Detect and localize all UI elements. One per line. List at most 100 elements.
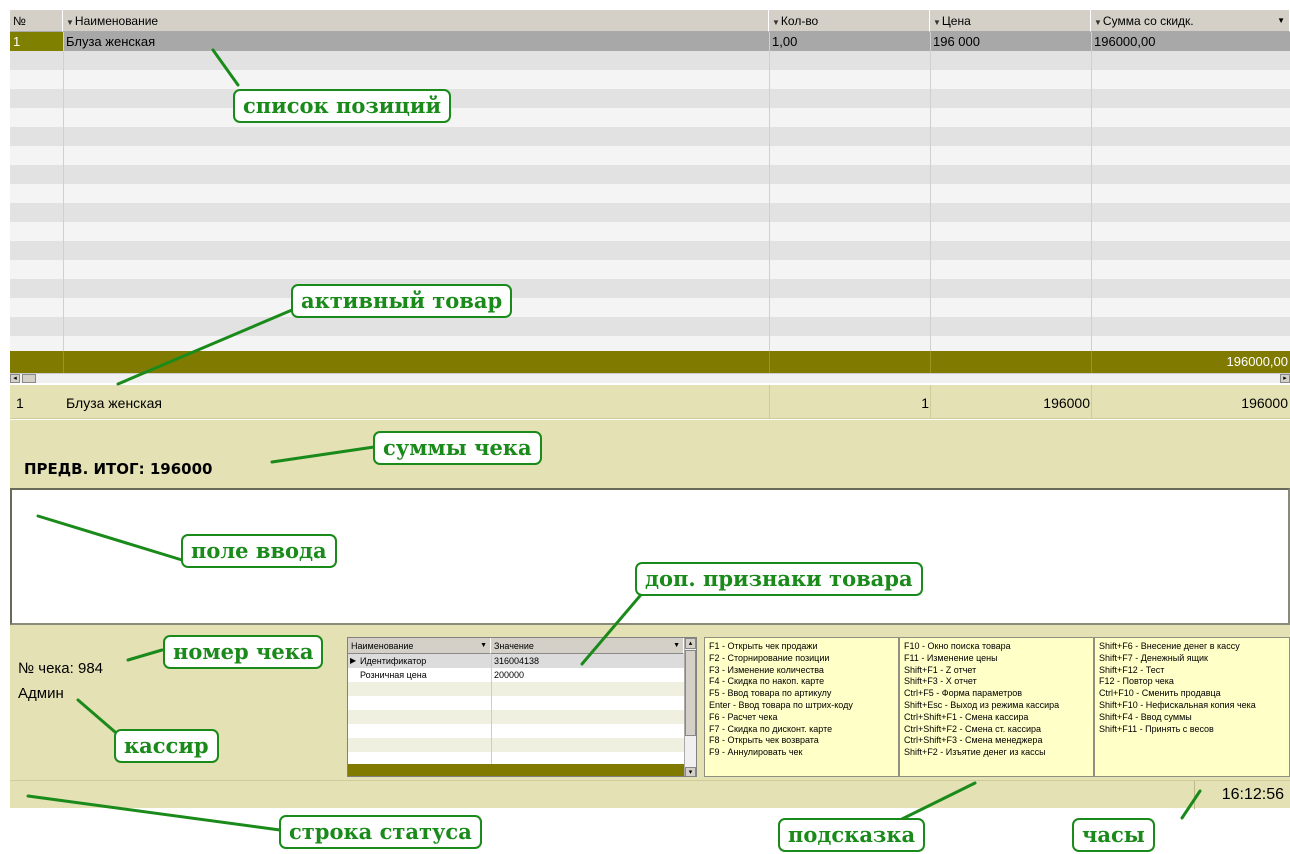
column-header-sum[interactable]: ▼Сумма со скидк. ▼ bbox=[1091, 10, 1290, 32]
empty-row bbox=[10, 89, 1290, 108]
column-header-qty[interactable]: ▼Кол-во bbox=[769, 10, 930, 32]
empty-row bbox=[10, 108, 1290, 127]
column-divider bbox=[1091, 32, 1092, 373]
cashier-name: Админ bbox=[18, 685, 64, 702]
scroll-right-icon[interactable]: ▸ bbox=[1280, 374, 1290, 383]
grid-footer: 196000,00 bbox=[10, 351, 1290, 373]
column-divider bbox=[63, 32, 64, 373]
hint-line: Shift+F10 - Нефискальная копия чека bbox=[1099, 699, 1256, 710]
hint-line: F6 - Расчет чека bbox=[709, 711, 778, 722]
table-row[interactable]: 1 Блуза женская 1,00 196 000 196000,00 bbox=[10, 32, 1290, 51]
row-price-cell: 196 000 bbox=[933, 34, 980, 49]
empty-row bbox=[10, 222, 1290, 241]
attr-header-value[interactable]: Значение ▼ bbox=[491, 638, 684, 654]
column-header-sum-label: Сумма со скидк. bbox=[1102, 14, 1194, 28]
row-number-cell: 1 bbox=[10, 32, 63, 51]
footer-sum-total: 196000,00 bbox=[1226, 354, 1288, 369]
callout-status-bar: строка статуса bbox=[279, 815, 482, 849]
attribute-name: Розничная цена bbox=[360, 670, 427, 680]
callout-check-number: номер чека bbox=[163, 635, 324, 669]
clock: 16:12:56 bbox=[1194, 781, 1290, 809]
hint-line: F2 - Сторнирование позиции bbox=[709, 652, 830, 663]
hint-line: F9 - Аннулировать чек bbox=[709, 747, 803, 758]
item-attributes-table[interactable]: Наименование ▼ Значение ▼ ▶ Идентификатор … bbox=[347, 637, 697, 777]
row-qty-cell: 1,00 bbox=[772, 34, 798, 49]
scroll-left-icon[interactable]: ◂ bbox=[10, 374, 20, 383]
callout-active-item: активный товар bbox=[291, 284, 513, 318]
empty-row bbox=[10, 51, 1290, 70]
sort-arrow-icon: ▼ bbox=[66, 18, 74, 27]
hint-column-3: Shift+F6 - Внесение денег в кассу Shift+F… bbox=[1094, 637, 1290, 777]
attribute-row[interactable]: ▶ Идентификатор 316004138 bbox=[348, 654, 684, 668]
empty-row bbox=[10, 298, 1290, 317]
row-name-cell: Блуза женская bbox=[66, 34, 156, 49]
hint-line: Ctrl+Shift+F2 - Смена ст. кассира bbox=[904, 723, 1041, 734]
attribute-row[interactable]: Розничная цена 200000 bbox=[348, 668, 684, 682]
hint-line: F12 - Повтор чека bbox=[1099, 676, 1174, 687]
subtotal-label: ПРЕДВ. ИТОГ: 196000 bbox=[24, 460, 213, 478]
column-divider bbox=[769, 32, 770, 373]
hint-line: F3 - Изменение количества bbox=[709, 664, 824, 675]
hint-line: Shift+F2 - Изъятие денег из кассы bbox=[904, 747, 1046, 758]
hint-line: Enter - Ввод товара по штрих-коду bbox=[709, 699, 853, 710]
hint-line: Shift+F3 - X отчет bbox=[904, 676, 977, 687]
scroll-down-icon[interactable]: ▾ bbox=[685, 767, 696, 776]
dropdown-arrow-icon: ▼ bbox=[1277, 16, 1285, 25]
check-totals-panel: ПРЕДВ. ИТОГ: 196000 bbox=[10, 420, 1290, 488]
empty-row bbox=[10, 70, 1290, 89]
items-grid[interactable]: № ▼Наименование ▼Кол-во ▼Цена ▼Сумма со … bbox=[10, 10, 1290, 373]
check-number: № чека: 984 bbox=[18, 660, 104, 677]
empty-row bbox=[10, 241, 1290, 260]
row-sum-cell: 196000,00 bbox=[1094, 34, 1156, 49]
callout-hint: подсказка bbox=[778, 818, 926, 852]
scroll-thumb[interactable] bbox=[22, 374, 36, 383]
hint-line: F4 - Скидка по накоп. карте bbox=[709, 676, 825, 687]
callout-input-field: поле ввода bbox=[181, 534, 337, 568]
column-header-price-label: Цена bbox=[941, 14, 971, 28]
hint-line: Ctrl+F10 - Сменить продавца bbox=[1099, 688, 1221, 699]
clock-time: 16:12:56 bbox=[1221, 786, 1284, 803]
callout-cashier: кассир bbox=[114, 729, 219, 763]
empty-row bbox=[10, 279, 1290, 298]
attr-header-value-label: Значение bbox=[494, 641, 534, 651]
attr-header-name[interactable]: Наименование ▼ bbox=[348, 638, 491, 654]
attribute-name: Идентификатор bbox=[360, 656, 427, 666]
empty-row bbox=[10, 127, 1290, 146]
hint-line: F11 - Изменение цены bbox=[904, 652, 998, 663]
hint-line: Ctrl+Shift+F3 - Смена менеджера bbox=[904, 735, 1043, 746]
hint-line: F7 - Скидка по дисконт. карте bbox=[709, 723, 833, 734]
hint-line: F1 - Открыть чек продажи bbox=[709, 641, 818, 651]
empty-row bbox=[10, 317, 1290, 336]
column-header-number-label: № bbox=[13, 14, 26, 28]
sort-arrow-icon: ▼ bbox=[772, 18, 780, 27]
empty-row bbox=[10, 260, 1290, 279]
hint-line: Shift+Esc - Выход из режима кассира bbox=[904, 699, 1060, 710]
empty-row bbox=[10, 184, 1290, 203]
hint-line: F10 - Окно поиска товара bbox=[904, 641, 1011, 651]
hint-line: Ctrl+F5 - Форма параметров bbox=[904, 688, 1022, 699]
sort-arrow-icon: ▼ bbox=[933, 18, 941, 27]
active-item-price: 196000 bbox=[1043, 395, 1090, 411]
active-item-row: 1 Блуза женская 1 196000 196000 bbox=[10, 385, 1290, 419]
scroll-up-icon[interactable]: ▴ bbox=[685, 638, 696, 649]
status-bar: 16:12:56 bbox=[10, 780, 1290, 809]
hint-line: Ctrl+Shift+F1 - Смена кассира bbox=[904, 711, 1029, 722]
callout-clock: часы bbox=[1072, 818, 1155, 852]
active-item-name: Блуза женская bbox=[66, 395, 162, 411]
attr-header-name-label: Наименование bbox=[351, 641, 414, 651]
scroll-thumb[interactable] bbox=[685, 650, 696, 736]
dropdown-arrow-icon: ▼ bbox=[673, 642, 680, 649]
horizontal-scrollbar[interactable]: ◂ ▸ bbox=[10, 373, 1290, 383]
active-item-qty: 1 bbox=[921, 395, 929, 411]
hint-line: Shift+F4 - Ввод суммы bbox=[1099, 711, 1192, 722]
hint-line: Shift+F12 - Тест bbox=[1099, 664, 1165, 675]
empty-row bbox=[10, 146, 1290, 165]
hint-line: Shift+F6 - Внесение денег в кассу bbox=[1099, 641, 1240, 651]
hint-line: Shift+F7 - Денежный ящик bbox=[1099, 652, 1208, 663]
column-header-number[interactable]: № bbox=[10, 10, 63, 32]
hint-line: Shift+F1 - Z отчет bbox=[904, 664, 977, 675]
column-header-price[interactable]: ▼Цена bbox=[930, 10, 1091, 32]
attr-vertical-scrollbar[interactable]: ▴ ▾ bbox=[684, 638, 696, 776]
column-header-name[interactable]: ▼Наименование bbox=[63, 10, 769, 32]
sort-arrow-icon: ▼ bbox=[1094, 18, 1102, 27]
